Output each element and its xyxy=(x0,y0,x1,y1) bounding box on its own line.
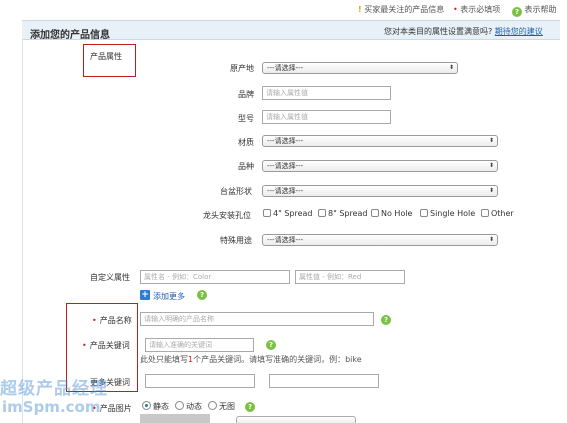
material-label: 材质 xyxy=(238,138,254,147)
radio-button[interactable] xyxy=(208,401,217,410)
model-input[interactable]: 请输入属性值 xyxy=(262,110,391,124)
select-arrows-icon: ⬍ xyxy=(488,162,494,169)
checkbox[interactable] xyxy=(481,209,489,217)
brand-label: 品牌 xyxy=(238,90,254,99)
model-label: 型号 xyxy=(238,114,254,123)
required-dot-icon: • xyxy=(453,5,458,14)
help-icon[interactable]: ? xyxy=(197,290,207,300)
faucet-option[interactable]: 8" Spread xyxy=(318,209,367,218)
satisfaction-question: 您对本类目的属性设置满意吗? 期待您的建议 xyxy=(384,27,543,36)
upload-button[interactable] xyxy=(236,416,356,423)
checkbox[interactable] xyxy=(371,209,379,217)
faucet-hole-label: 龙头安装孔位 xyxy=(203,211,251,220)
watermark-text: 超级产品经理 xyxy=(0,379,108,399)
watermark-url: imSpm.com xyxy=(2,398,101,416)
help-icon: ? xyxy=(512,7,522,17)
required-dot-icon: • xyxy=(92,316,97,325)
basin-shape-select[interactable]: ---请选择--- ⬍ xyxy=(262,185,498,197)
product-keyword-input[interactable]: 请输入准确的关键词 xyxy=(145,338,254,352)
page-title: 添加您的产品信息 xyxy=(30,30,110,41)
checkbox[interactable] xyxy=(318,209,326,217)
brand-input[interactable]: 请输入属性值 xyxy=(262,86,391,100)
product-keyword-label: • 产品关键词 xyxy=(82,341,130,350)
faucet-option[interactable]: 4" Spread xyxy=(263,209,312,218)
keyword-hint: 此处只能填写1个产品关键词。请填写准确的关键词，例：bike xyxy=(140,355,362,364)
image-type-static[interactable]: 静态 xyxy=(142,401,169,412)
radio-button[interactable] xyxy=(142,401,151,410)
select-arrows-icon: ⬍ xyxy=(448,64,454,71)
custom-attribute-label: 自定义属性 xyxy=(90,273,130,282)
checkbox[interactable] xyxy=(420,209,428,217)
help-icon[interactable]: ? xyxy=(245,402,255,412)
origin-select[interactable]: ---请选择--- ⬍ xyxy=(262,62,458,74)
faucet-option[interactable]: No Hole xyxy=(371,209,412,218)
attributes-section-label: 产品属性 xyxy=(90,52,122,61)
product-name-label: • 产品名称 xyxy=(92,316,132,325)
product-name-input[interactable]: 请输入明确的产品名称 xyxy=(140,312,374,326)
checkbox[interactable] xyxy=(263,209,271,217)
required-legend: • 表示必填项 xyxy=(453,5,501,14)
fav-legend: ! 买家最关注的产品信息 xyxy=(358,5,445,14)
basin-shape-label: 台盆形状 xyxy=(220,187,252,196)
faucet-option[interactable]: Other xyxy=(481,209,514,218)
top-legend-bar: ! 买家最关注的产品信息 • 表示必填项 ? 表示帮助 xyxy=(0,0,567,18)
help-legend: ? 表示帮助 xyxy=(512,4,557,17)
exclamation-icon: ! xyxy=(358,5,362,14)
image-preview-placeholder xyxy=(140,414,210,423)
select-arrows-icon: ⬍ xyxy=(488,187,494,194)
add-icon[interactable]: + xyxy=(140,290,150,300)
variety-select[interactable]: ---请选择--- ⬍ xyxy=(262,160,498,172)
faucet-option[interactable]: Single Hole xyxy=(420,209,475,218)
material-select[interactable]: ---请选择--- ⬍ xyxy=(262,135,498,147)
radio-button[interactable] xyxy=(175,401,184,410)
more-keyword-input-2[interactable] xyxy=(269,374,379,388)
origin-label: 原产地 xyxy=(230,64,254,73)
select-arrows-icon: ⬍ xyxy=(488,236,494,243)
custom-attribute-value-input[interactable]: 属性值 - 例如：Red xyxy=(295,270,405,284)
image-type-none[interactable]: 无图 xyxy=(208,401,235,412)
left-border xyxy=(22,40,23,423)
more-keyword-input-1[interactable] xyxy=(145,374,255,388)
help-icon[interactable]: ? xyxy=(381,315,391,325)
special-use-select[interactable]: ---请选择--- ⬍ xyxy=(262,234,498,246)
feedback-link[interactable]: 期待您的建议 xyxy=(495,27,543,36)
variety-label: 品种 xyxy=(238,162,254,171)
select-arrows-icon: ⬍ xyxy=(488,137,494,144)
special-use-label: 特殊用途 xyxy=(220,236,252,245)
custom-attribute-name-input[interactable]: 属性名 - 例如：Color xyxy=(140,270,290,284)
required-dot-icon: • xyxy=(82,341,87,350)
help-icon[interactable]: ? xyxy=(266,340,276,350)
image-type-dynamic[interactable]: 动态 xyxy=(175,401,202,412)
add-more-link[interactable]: 添加更多 xyxy=(153,291,185,302)
